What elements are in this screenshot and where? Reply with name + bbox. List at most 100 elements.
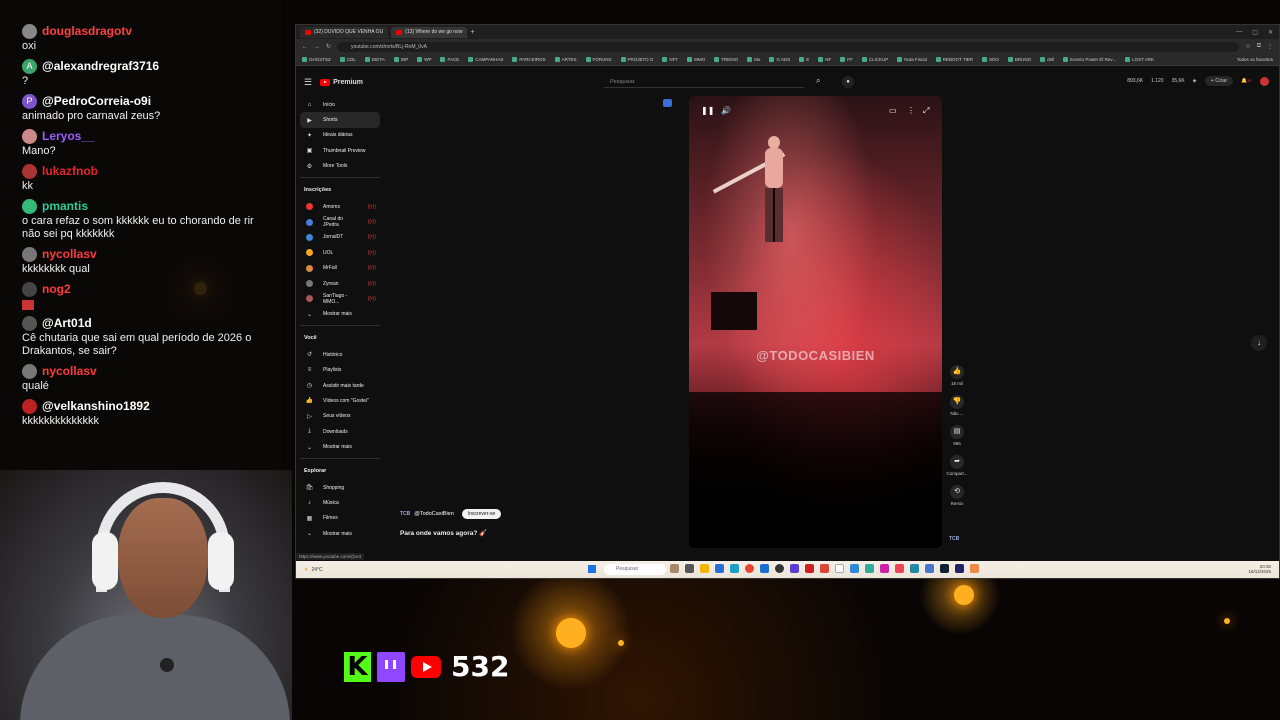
chat-avatar[interactable] xyxy=(22,363,37,379)
all-bookmarks[interactable]: Todos os favoritos xyxy=(1237,57,1279,62)
sidebar-item[interactable]: 👍 Vídeos com "Gostei" xyxy=(300,393,380,408)
bookmark-star-icon[interactable]: ☆ xyxy=(1245,43,1250,50)
sidebar-item[interactable]: Zyrean ((•)) xyxy=(300,276,380,291)
chat-username[interactable]: nog2 xyxy=(42,282,71,296)
chat-avatar[interactable] xyxy=(22,23,37,39)
sidebar-item[interactable]: ≡ Playlists xyxy=(300,362,380,377)
captions-icon[interactable]: ▭ xyxy=(889,106,897,115)
bookmark-item[interactable]: Mu xyxy=(747,57,760,63)
channel-avatar[interactable]: TCB xyxy=(400,511,410,517)
subscribe-button[interactable]: Inscrever-se xyxy=(461,509,502,519)
share-icon[interactable]: ➦ xyxy=(950,455,964,469)
bookmark-item[interactable]: FACE xyxy=(440,57,459,63)
taskbar-app-icon[interactable] xyxy=(715,564,724,573)
bookmark-item[interactable]: BRUNO xyxy=(1007,57,1031,63)
browser-tab[interactable]: (32) DUVIDO QUE VENHA OU xyxy=(300,26,389,38)
comment-icon[interactable]: ▤ xyxy=(950,425,964,439)
taskbar-app-icon[interactable] xyxy=(835,564,844,573)
taskbar-app-icon[interactable] xyxy=(880,564,889,573)
show-more-button[interactable]: ⌄ Mostrar mais xyxy=(300,526,380,541)
taskbar-app-icon[interactable] xyxy=(955,564,964,573)
sidebar-section-header[interactable]: Explorar xyxy=(300,462,380,480)
taskbar-app-icon[interactable] xyxy=(670,564,679,573)
sidebar-item[interactable]: ✦ Ideais diárias xyxy=(300,128,380,143)
sidebar-item[interactable]: 🛍 Shopping xyxy=(300,480,380,495)
sidebar-item[interactable]: ♪ Música xyxy=(300,495,380,510)
sidebar-section-header[interactable]: Você xyxy=(300,329,380,347)
bookmark-item[interactable]: SDO xyxy=(982,57,999,63)
back-icon[interactable]: ← xyxy=(302,44,308,50)
bookmark-item[interactable]: WP xyxy=(417,57,431,63)
taskbar-app-icon[interactable] xyxy=(895,564,904,573)
bookmark-item[interactable]: Evento Power El Rev... xyxy=(1063,57,1116,63)
sidebar-item[interactable]: Canal do JPedra ((•)) xyxy=(300,214,380,229)
remix-icon[interactable]: ⟲ xyxy=(950,485,964,499)
sidebar-item[interactable]: ◷ Assistir mais tarde xyxy=(300,378,380,393)
sidebar-item[interactable]: ▷ Seus vídeos xyxy=(300,409,380,424)
bookmark-item[interactable]: REBOOT TIER xyxy=(935,57,973,63)
chat-avatar[interactable]: P xyxy=(22,93,37,109)
chat-avatar[interactable] xyxy=(22,128,37,144)
taskbar-app-icon[interactable] xyxy=(730,564,739,573)
chat-username[interactable]: pmantis xyxy=(42,199,88,213)
new-tab-icon[interactable]: + xyxy=(470,29,474,36)
sidebar-item[interactable]: Amoms ((•)) xyxy=(300,199,380,214)
chat-username[interactable]: @velkanshino1892 xyxy=(42,399,150,413)
bookmark-item[interactable]: DIETA xyxy=(364,57,385,63)
browser-tab-active[interactable]: (13) Where do we go now xyxy=(391,26,468,38)
sidebar-item[interactable]: ⌂ Início xyxy=(300,97,380,112)
bookmark-item[interactable]: CAMPANHAS xyxy=(468,57,503,63)
sidebar-section-header[interactable]: Inscrições xyxy=(300,181,380,199)
taskbar-app-icon[interactable] xyxy=(820,564,829,573)
chat-username[interactable]: Leryos__ xyxy=(42,129,95,143)
reload-icon[interactable]: ↻ xyxy=(326,43,331,50)
show-more-button[interactable]: ⌄ Mostrar mais xyxy=(300,439,380,454)
taskbar-app-icon[interactable] xyxy=(805,564,814,573)
taskbar-app-icon[interactable] xyxy=(745,564,754,573)
volume-icon[interactable]: 🔊 xyxy=(721,106,731,115)
weather-widget[interactable]: ☀ 24°C xyxy=(304,567,323,573)
close-icon[interactable]: ✕ xyxy=(1268,29,1273,36)
taskbar-app-icon[interactable] xyxy=(940,564,949,573)
sidebar-item[interactable]: ▶ Shorts xyxy=(300,112,380,128)
forward-icon[interactable]: → xyxy=(314,44,320,50)
start-icon[interactable] xyxy=(588,565,596,573)
create-button[interactable]: + Criar xyxy=(1204,76,1234,86)
chat-username[interactable]: lukazfnob xyxy=(42,164,98,178)
taskbar-app-icon[interactable] xyxy=(925,564,934,573)
notifications-icon[interactable]: 🔔9+ xyxy=(1241,78,1252,84)
short-title[interactable]: Para onde vamos agora? 🎸 xyxy=(400,529,487,537)
search-input[interactable]: Pesquisar xyxy=(604,76,804,88)
chat-username[interactable]: @alexandregraf3716 xyxy=(42,59,159,73)
taskbar-app-icon[interactable] xyxy=(700,564,709,573)
extensions-icon[interactable]: ⧉ xyxy=(1257,43,1261,50)
chat-username[interactable]: nycollasv xyxy=(42,247,97,261)
sidebar-item[interactable]: ↺ Histórico xyxy=(300,347,380,362)
chat-avatar[interactable] xyxy=(22,198,37,214)
bookmark-item[interactable]: MMO xyxy=(687,57,705,63)
taskbar-app-icon[interactable] xyxy=(760,564,769,573)
bookmark-item[interactable]: ARTES xyxy=(554,57,577,63)
more-options-icon[interactable]: ⋮ xyxy=(907,106,915,115)
taskbar-app-icon[interactable] xyxy=(865,564,874,573)
bookmark-item[interactable]: FF xyxy=(840,57,853,63)
bookmark-item[interactable]: PROJETO G xyxy=(620,57,653,63)
minimize-icon[interactable]: — xyxy=(1236,29,1242,36)
system-tray-clock[interactable]: 20:36 16/12/2025 xyxy=(1248,564,1271,574)
bookmark-item[interactable]: TREINO xyxy=(714,57,738,63)
taskbar-app-icon[interactable] xyxy=(910,564,919,573)
bookmark-item[interactable]: NF xyxy=(818,57,831,63)
chat-username[interactable]: douglasdragotv xyxy=(42,24,132,38)
bookmark-item[interactable]: CLICKUP xyxy=(861,57,888,63)
bookmark-item[interactable]: G ADS xyxy=(769,57,790,63)
chat-avatar[interactable] xyxy=(22,163,37,179)
bookmark-item[interactable]: dell xyxy=(1040,57,1054,63)
bookmark-item[interactable]: GHOSTSZ xyxy=(302,57,331,63)
bookmark-item[interactable]: LOST ARK xyxy=(1125,57,1154,63)
hamburger-menu-icon[interactable]: ☰ xyxy=(304,77,312,88)
channel-avatar-small[interactable]: TCB xyxy=(949,536,959,542)
chat-username[interactable]: nycollasv xyxy=(42,364,97,378)
thumbs-down-icon[interactable]: 👎 xyxy=(950,395,964,409)
sidebar-item[interactable]: ▦ Filmes xyxy=(300,511,380,526)
menu-icon[interactable]: ⋮ xyxy=(1267,43,1273,50)
